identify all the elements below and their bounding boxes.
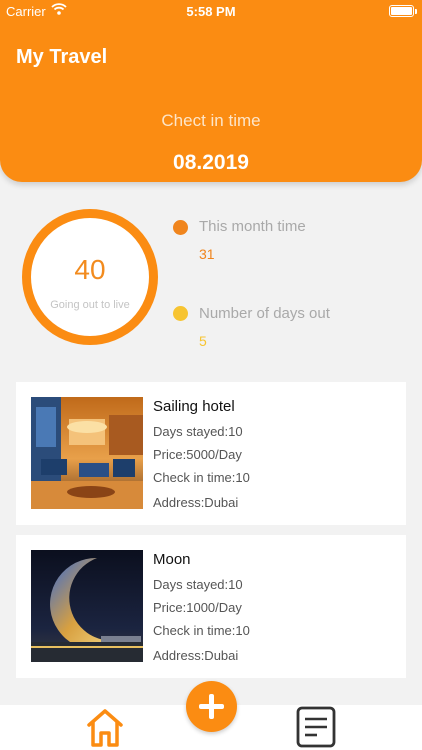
hotel-address: Address:Dubai <box>153 495 239 510</box>
hotel-address: Address:Dubai <box>153 648 239 663</box>
this-month-dot <box>173 220 188 235</box>
hotel-checkin: Check in time:10 <box>153 470 250 485</box>
checkin-date[interactable]: 08.2019 <box>0 151 422 175</box>
hotel-card[interactable]: Sailing hotel Days stayed:10 Price:5000/… <box>16 382 406 525</box>
days-ring: 40 Going out to live <box>22 209 158 345</box>
status-bar: Carrier 5:58 PM <box>0 0 422 22</box>
hotel-price: Price:1000/Day <box>153 600 242 615</box>
ring-value: 40 <box>74 254 106 285</box>
checkin-label: Chect in time <box>161 111 261 130</box>
battery-icon <box>389 5 417 17</box>
home-icon[interactable] <box>84 706 126 750</box>
hotel-card[interactable]: Moon Days stayed:10 Price:1000/Day Check… <box>16 535 406 678</box>
days-out-dot <box>173 306 188 321</box>
document-list-icon[interactable] <box>296 706 338 750</box>
ring-caption: Going out to live <box>50 299 130 311</box>
status-time: 5:58 PM <box>186 4 236 19</box>
days-out-value: 5 <box>199 333 207 349</box>
this-month-value: 31 <box>199 246 215 262</box>
hotel-days: Days stayed:10 <box>153 577 243 592</box>
hotel-name: Sailing hotel <box>153 398 235 415</box>
hotel-name: Moon <box>153 551 191 568</box>
hotel-price: Price:5000/Day <box>153 447 242 462</box>
this-month-label: This month time <box>199 218 306 235</box>
days-out-label: Number of days out <box>199 305 330 322</box>
header: Carrier 5:58 PM My Travel Chect in time … <box>0 0 422 182</box>
hotel-days: Days stayed:10 <box>153 424 243 439</box>
page-title: My Travel <box>16 46 108 68</box>
add-button[interactable] <box>186 681 237 732</box>
hotel-photo <box>31 550 143 662</box>
hotel-checkin: Check in time:10 <box>153 623 250 638</box>
hotel-photo <box>31 397 143 509</box>
